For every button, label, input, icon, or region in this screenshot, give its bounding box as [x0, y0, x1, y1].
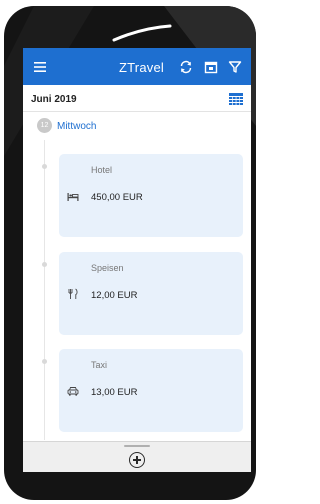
timeline-line: [44, 140, 45, 440]
add-circle-icon[interactable]: [129, 452, 145, 468]
day-number-badge: 12: [37, 118, 52, 133]
expense-category: Hotel: [91, 165, 113, 175]
car-icon: [67, 385, 79, 397]
filter-icon[interactable]: [227, 59, 243, 75]
speaker-notch: [112, 24, 172, 42]
timeline-dot: [42, 262, 47, 267]
expense-amount: 13,00 EUR: [91, 387, 138, 398]
bottom-bar: [23, 441, 251, 472]
app-screen: ZTravel Juni 2019 12 Mittwoch Hotel 450,…: [23, 48, 251, 472]
phone-frame: ZTravel Juni 2019 12 Mittwoch Hotel 450,…: [4, 6, 256, 500]
hamburger-menu-icon[interactable]: [32, 59, 48, 75]
expense-category: Speisen: [91, 263, 124, 273]
calendar-grid-icon[interactable]: [229, 92, 243, 105]
timeline-dot: [42, 359, 47, 364]
app-bar: ZTravel: [23, 48, 251, 85]
month-label: Juni 2019: [31, 94, 77, 105]
timeline-dot: [42, 164, 47, 169]
drag-handle[interactable]: [124, 445, 150, 447]
fork-knife-icon: [67, 288, 79, 300]
day-header[interactable]: 12 Mittwoch: [23, 112, 251, 140]
refresh-icon[interactable]: [178, 59, 194, 75]
expense-category: Taxi: [91, 360, 108, 370]
calendar-icon[interactable]: [203, 59, 219, 75]
expense-card-taxi[interactable]: Taxi 13,00 EUR: [59, 349, 243, 432]
expense-amount: 450,00 EUR: [91, 192, 143, 203]
hotel-bed-icon: [67, 190, 79, 202]
app-title: ZTravel: [119, 60, 164, 75]
expense-card-speisen[interactable]: Speisen 12,00 EUR: [59, 252, 243, 335]
day-label: Mittwoch: [57, 121, 97, 132]
month-header: Juni 2019: [23, 85, 251, 112]
expense-card-hotel[interactable]: Hotel 450,00 EUR: [59, 154, 243, 237]
expense-amount: 12,00 EUR: [91, 290, 138, 301]
